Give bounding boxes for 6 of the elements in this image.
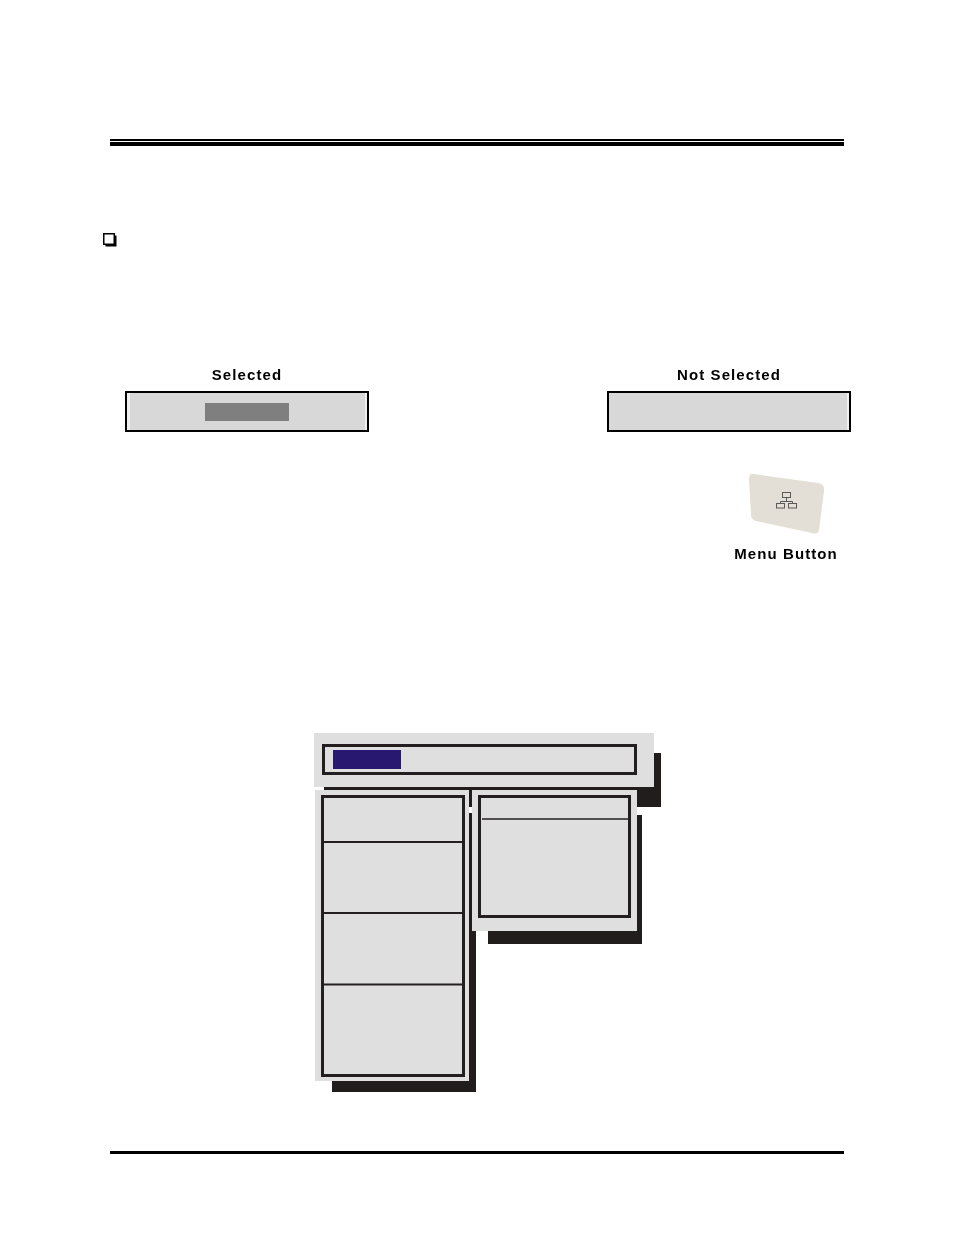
hierarchy-icon <box>776 492 797 509</box>
caption-text: Not Selected <box>676 366 782 383</box>
square-bullet-icon <box>103 233 117 247</box>
caption-text: Menu Button <box>734 545 838 562</box>
menu-button[interactable] <box>748 473 826 535</box>
caption-text: Selected <box>211 366 283 383</box>
